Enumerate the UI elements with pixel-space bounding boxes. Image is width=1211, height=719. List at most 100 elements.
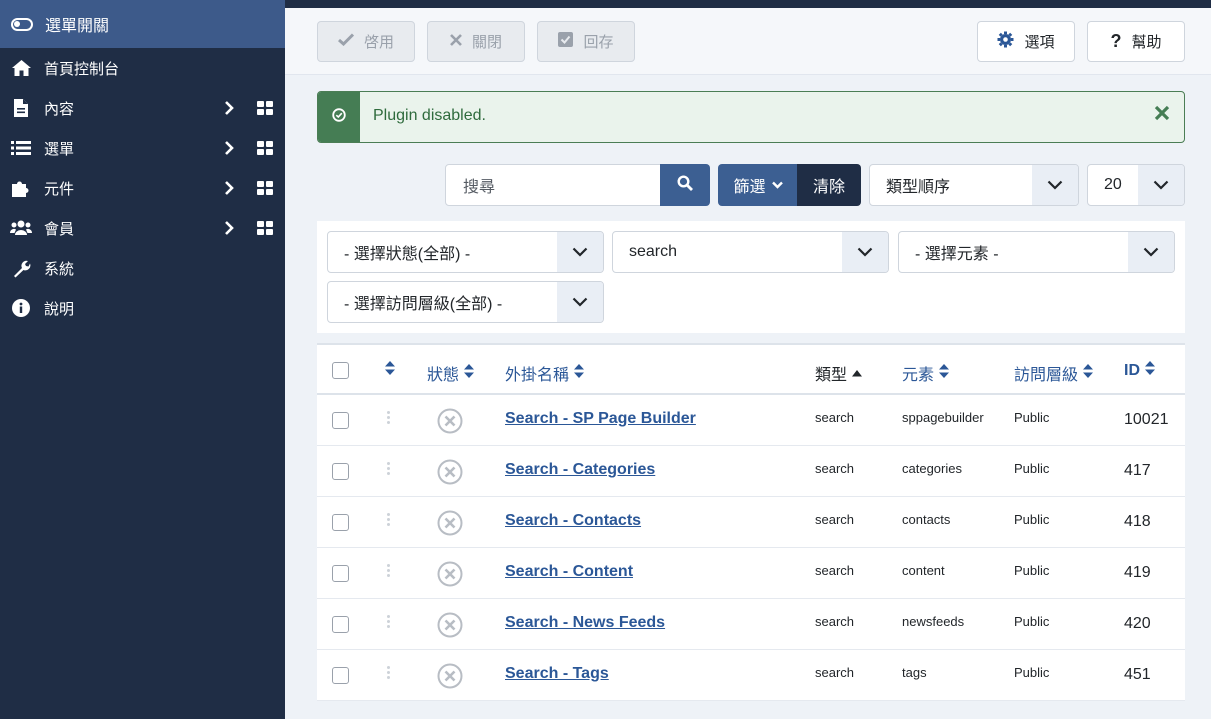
drag-handle-icon[interactable] [387, 564, 391, 578]
disable-button[interactable]: 關閉 [427, 21, 525, 62]
element-filter-select[interactable]: - 選擇元素 - [898, 231, 1175, 273]
enable-button[interactable]: 啓用 [317, 21, 415, 62]
id-cell: 419 [1124, 564, 1151, 581]
question-icon: ? [1110, 31, 1122, 51]
folder-header-label: 類型 [815, 367, 848, 384]
drag-handle-icon[interactable] [387, 666, 391, 680]
select-all-checkbox[interactable] [332, 362, 349, 379]
home-icon [10, 58, 32, 78]
checkin-button[interactable]: 回存 [537, 21, 635, 62]
success-alert: Plugin disabled. [317, 91, 1185, 143]
options-button[interactable]: 選項 [977, 21, 1075, 62]
element-filter-value: - 選擇元素 - [915, 246, 999, 263]
search-input[interactable]: 搜尋 [445, 164, 661, 206]
sort-icon [574, 363, 585, 383]
disabled-status-icon[interactable] [437, 663, 463, 689]
disabled-status-icon[interactable] [437, 459, 463, 485]
chevron-right-icon[interactable] [222, 140, 236, 156]
check-icon [337, 33, 355, 50]
help-button[interactable]: ? 幫助 [1087, 21, 1185, 62]
menu-toggle[interactable]: 選單開關 [0, 0, 285, 48]
sidebar-item-menus[interactable]: 選單 [0, 128, 285, 168]
chevron-down-icon [557, 232, 603, 272]
dashboard-grid-icon[interactable] [257, 221, 273, 235]
sort-icon [1145, 361, 1155, 380]
id-cell: 10021 [1124, 411, 1169, 428]
chevron-right-icon[interactable] [222, 180, 236, 196]
id-header-label: ID [1124, 361, 1140, 379]
access-cell: Public [1014, 563, 1050, 578]
plugin-name-link[interactable]: Search - Content [505, 563, 633, 581]
disabled-status-icon[interactable] [437, 408, 463, 434]
disabled-status-icon[interactable] [437, 510, 463, 536]
plugin-name-link[interactable]: Search - Tags [505, 665, 609, 683]
folder-filter-select[interactable]: search [612, 231, 889, 273]
drag-handle-icon[interactable] [387, 615, 391, 629]
sidebar-item-users[interactable]: 會員 [0, 208, 285, 248]
folder-cell: search [815, 665, 855, 680]
plugin-name-link[interactable]: Search - Categories [505, 461, 655, 479]
search-placeholder: 搜尋 [463, 179, 496, 196]
drag-handle-icon[interactable] [387, 462, 391, 476]
status-sort-header[interactable]: 狀態 [427, 361, 475, 385]
row-checkbox[interactable] [332, 616, 349, 633]
state-filter-value: - 選擇狀態(全部) - [344, 246, 471, 263]
chevron-down-icon [771, 176, 783, 194]
dashboard-grid-icon[interactable] [257, 141, 273, 155]
access-filter-select[interactable]: - 選擇訪問層級(全部) - [327, 281, 604, 323]
id-sort-header[interactable]: ID [1124, 361, 1155, 380]
plugin-name-link[interactable]: Search - SP Page Builder [505, 410, 696, 428]
element-cell: tags [902, 665, 927, 680]
plugin-name-link[interactable]: Search - News Feeds [505, 614, 665, 632]
sidebar-item-content[interactable]: 內容 [0, 88, 285, 128]
search-button[interactable] [660, 164, 710, 206]
row-checkbox[interactable] [332, 412, 349, 429]
name-sort-header[interactable]: 外掛名稱 [505, 361, 585, 385]
element-sort-header[interactable]: 元素 [902, 361, 950, 385]
ordering-select[interactable]: 類型順序 [869, 164, 1079, 206]
sidebar-item-components[interactable]: 元件 [0, 168, 285, 208]
ordering-sort-header[interactable] [385, 361, 395, 380]
list-icon [10, 138, 32, 158]
dashboard-grid-icon[interactable] [257, 101, 273, 115]
sidebar: 選單開關 首頁控制台 內容 選單 元件 會員 系統 說明 [0, 0, 285, 719]
row-checkbox[interactable] [332, 565, 349, 582]
row-checkbox[interactable] [332, 667, 349, 684]
chevron-down-icon [1032, 165, 1078, 205]
folder-sort-header[interactable]: 類型 [815, 361, 863, 385]
sidebar-item-dashboard[interactable]: 首頁控制台 [0, 48, 285, 88]
chevron-right-icon[interactable] [222, 100, 236, 116]
check-circle-icon [332, 108, 346, 126]
folder-cell: search [815, 461, 855, 476]
sidebar-item-label: 元件 [44, 180, 75, 198]
plugin-name-link[interactable]: Search - Contacts [505, 512, 641, 530]
chevron-right-icon[interactable] [222, 220, 236, 236]
drag-handle-icon[interactable] [387, 513, 391, 527]
access-cell: Public [1014, 410, 1050, 425]
table-row: Search - SP Page Builder search sppagebu… [317, 395, 1185, 446]
sort-icon [939, 363, 950, 383]
table-row: Search - Contacts search contacts Public… [317, 497, 1185, 548]
id-cell: 420 [1124, 615, 1151, 632]
disabled-status-icon[interactable] [437, 561, 463, 587]
state-filter-select[interactable]: - 選擇狀態(全部) - [327, 231, 604, 273]
row-checkbox[interactable] [332, 463, 349, 480]
clear-button[interactable]: 清除 [797, 164, 861, 206]
access-cell: Public [1014, 461, 1050, 476]
sidebar-item-label: 會員 [44, 220, 75, 238]
disabled-status-icon[interactable] [437, 612, 463, 638]
filter-options-button[interactable]: 篩選 [718, 164, 798, 206]
dashboard-grid-icon[interactable] [257, 181, 273, 195]
close-icon[interactable] [1152, 103, 1174, 127]
checkin-button-label: 回存 [583, 34, 614, 51]
check-square-icon [558, 32, 574, 51]
sidebar-item-system[interactable]: 系統 [0, 248, 285, 288]
list-limit-select[interactable]: 20 [1087, 164, 1185, 206]
row-checkbox[interactable] [332, 514, 349, 531]
drag-handle-icon[interactable] [387, 411, 391, 425]
sidebar-item-help[interactable]: 說明 [0, 288, 285, 328]
folder-cell: search [815, 410, 855, 425]
id-cell: 418 [1124, 513, 1151, 530]
access-sort-header[interactable]: 訪問層級 [1014, 361, 1094, 385]
sidebar-item-label: 說明 [44, 300, 75, 318]
